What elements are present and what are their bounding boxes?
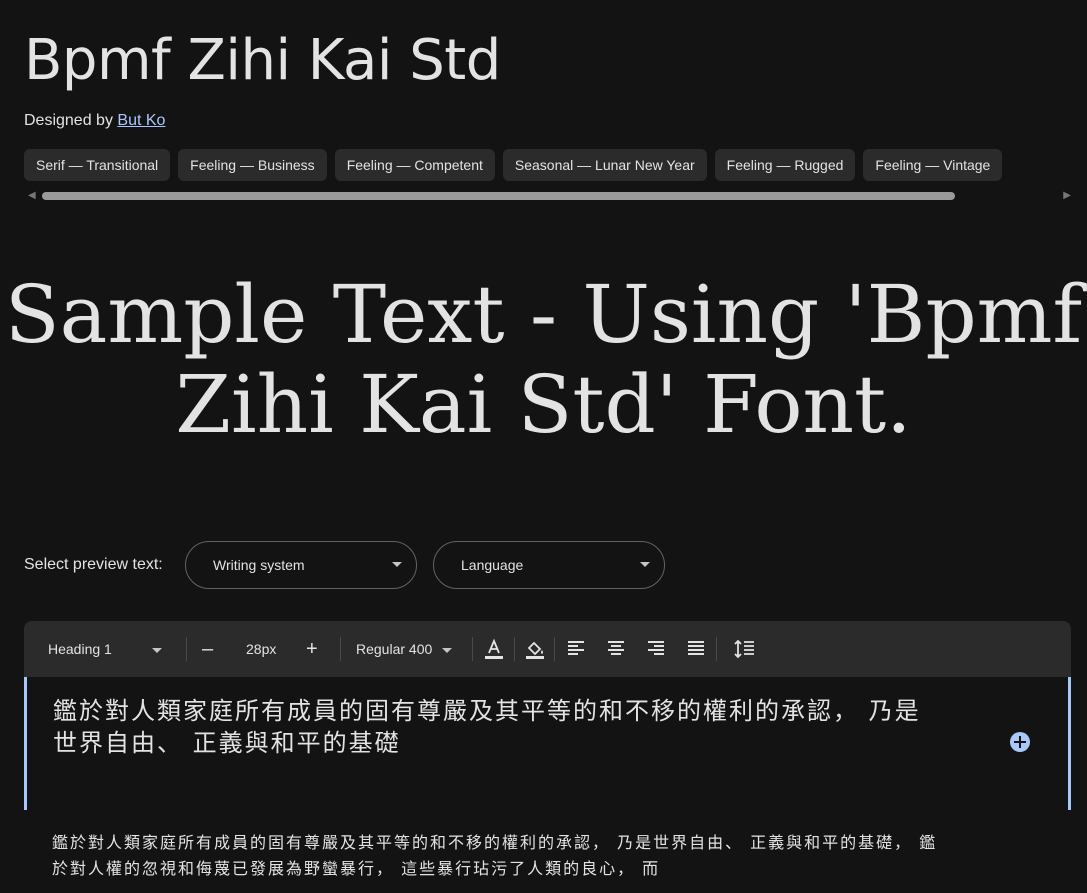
divider — [514, 637, 515, 661]
tag-chip[interactable]: Feeling — Rugged — [714, 149, 856, 181]
font-title: Bpmf Zihi Kai Std — [24, 28, 501, 93]
style-value: Heading 1 — [48, 641, 112, 657]
editable-preview[interactable]: 鑑於對人類家庭所有成員的固有尊嚴及其平等的和不移的權利的承認， 乃是世界自由、 … — [24, 677, 1071, 810]
divider — [554, 637, 555, 661]
designer-link[interactable]: But Ko — [117, 112, 165, 129]
body-preview-text: 鑑於對人類家庭所有成員的固有尊嚴及其平等的和不移的權利的承認， 乃是世界自由、 … — [52, 833, 938, 878]
decrease-size-button[interactable]: – — [202, 621, 213, 677]
writing-system-value: Writing system — [213, 557, 305, 573]
editor-text[interactable]: 鑑於對人類家庭所有成員的固有尊嚴及其平等的和不移的權利的承認， 乃是世界自由、 … — [53, 695, 943, 759]
tag-chip[interactable]: Seasonal — Lunar New Year — [502, 149, 707, 181]
chevron-down-icon — [392, 562, 402, 567]
tag-list: Serif — Transitional Feeling — Business Fe… — [24, 149, 1052, 181]
align-center-icon[interactable] — [604, 637, 628, 661]
language-select[interactable]: Language — [433, 541, 665, 589]
scroll-right-icon[interactable]: ▶ — [1063, 190, 1071, 201]
text-color-icon[interactable] — [482, 637, 506, 661]
divider — [340, 637, 341, 661]
writing-system-select[interactable]: Writing system — [185, 541, 417, 589]
add-icon[interactable] — [1010, 732, 1030, 752]
line-height-icon[interactable] — [733, 637, 757, 661]
divider — [186, 637, 187, 661]
tag-chip[interactable]: Feeling — Business — [178, 149, 327, 181]
increase-size-button[interactable]: + — [306, 621, 318, 677]
style-select[interactable]: Heading 1 — [48, 621, 188, 677]
tag-chip[interactable]: Serif — Transitional — [24, 149, 171, 181]
chevron-down-icon — [640, 562, 650, 567]
weight-select[interactable]: Regular 400 — [356, 621, 453, 677]
align-justify-icon[interactable] — [684, 637, 708, 661]
tags-scrollbar[interactable]: ◀ ▶ — [24, 190, 1071, 202]
chevron-down-icon — [442, 647, 453, 653]
preview-label: Select preview text: — [24, 556, 163, 573]
divider — [472, 637, 473, 661]
sample-text: Sample Text - Using 'Bpmf Zihi Kai Std' … — [4, 268, 1083, 451]
scroll-thumb[interactable] — [42, 192, 955, 200]
scroll-left-icon[interactable]: ◀ — [28, 190, 36, 201]
divider — [716, 637, 717, 661]
chevron-down-icon — [151, 647, 162, 653]
font-size-value[interactable]: 28px — [246, 621, 276, 677]
weight-value: Regular 400 — [356, 641, 433, 657]
align-right-icon[interactable] — [644, 637, 668, 661]
designed-by-label: Designed by — [24, 112, 113, 129]
designer-line: Designed by But Ko — [24, 112, 165, 130]
editor-toolbar: Heading 1 – 28px + Regular 400 — [24, 621, 1071, 677]
language-value: Language — [461, 557, 524, 573]
align-left-icon[interactable] — [564, 637, 588, 661]
tag-chip[interactable]: Feeling — Competent — [334, 149, 495, 181]
fill-color-icon[interactable] — [523, 637, 547, 661]
tag-chip[interactable]: Feeling — Vintage — [863, 149, 1003, 181]
